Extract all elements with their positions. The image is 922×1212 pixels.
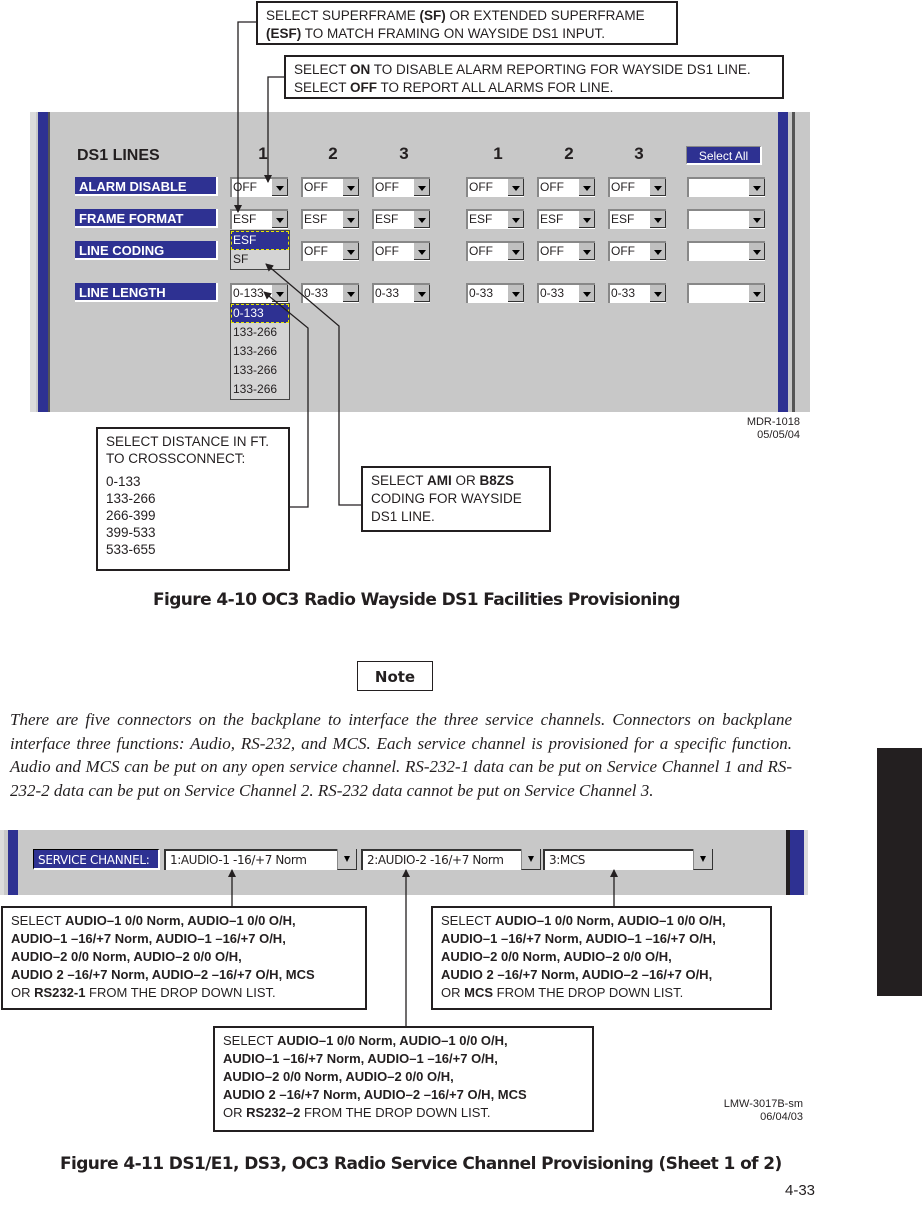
leader-line (234, 21, 256, 213)
leader-line (265, 263, 361, 506)
leader-lines (228, 21, 618, 1026)
leader-line (263, 291, 309, 508)
leader-line (264, 76, 284, 183)
